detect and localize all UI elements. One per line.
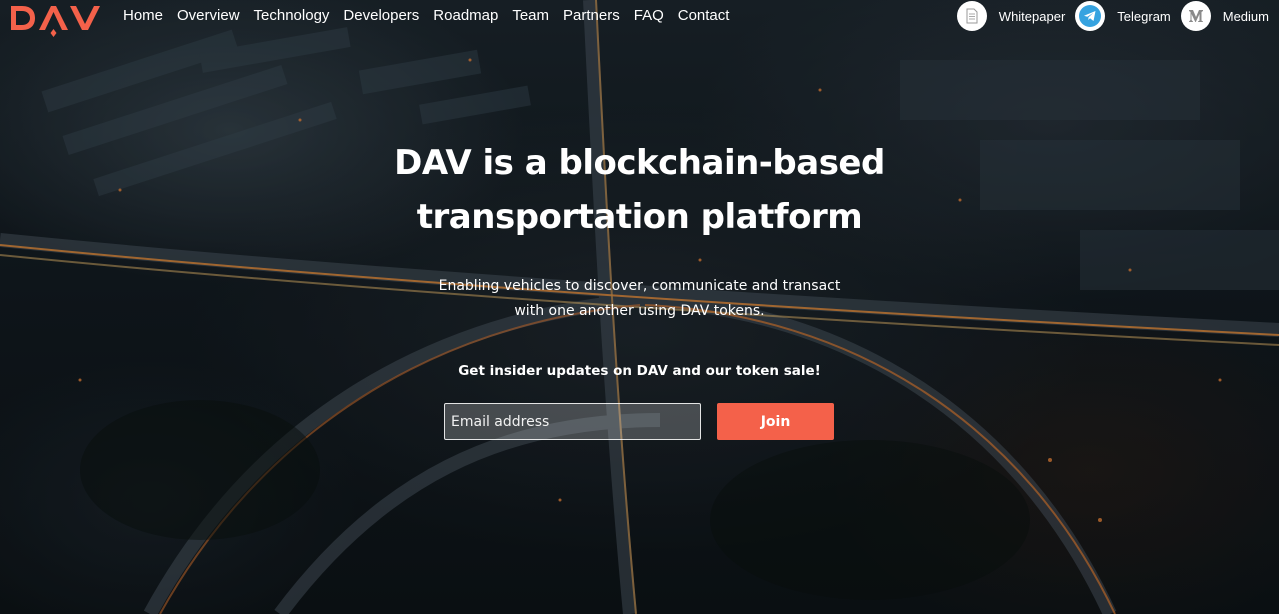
nav-home[interactable]: Home [123, 6, 163, 26]
medium-icon [1180, 1, 1211, 31]
hero-subtitle-line1: Enabling vehicles to discover, communica… [438, 278, 841, 294]
hero-title-line2: transportation platform [416, 197, 863, 237]
whitepaper-label: Whitepaper [998, 8, 1066, 24]
telegram-link[interactable]: Telegram [1075, 1, 1171, 31]
hero-subtitle-line2: with one another using DAV tokens. [514, 303, 765, 319]
nav-developers[interactable]: Developers [343, 6, 419, 26]
site-header: Home Overview Technology Developers Road… [0, 0, 1279, 37]
signup-title: Get insider updates on DAV and our token… [458, 363, 821, 379]
document-icon [956, 1, 987, 31]
hero-subtitle: Enabling vehicles to discover, communica… [0, 274, 1279, 324]
nav-technology[interactable]: Technology [254, 6, 330, 26]
email-input[interactable] [444, 403, 701, 440]
main-nav: Home Overview Technology Developers Road… [123, 6, 743, 26]
medium-label: Medium [1222, 8, 1269, 24]
hero-section: DAV is a blockchain-based transportation… [0, 136, 1279, 324]
hero-title: DAV is a blockchain-based transportation… [0, 136, 1279, 244]
whitepaper-link[interactable]: Whitepaper [956, 1, 1066, 31]
telegram-label: Telegram [1117, 8, 1171, 24]
telegram-icon [1075, 1, 1106, 31]
signup-form: Join [444, 403, 834, 440]
nav-faq[interactable]: FAQ [634, 6, 664, 26]
join-button[interactable]: Join [717, 403, 834, 440]
nav-partners[interactable]: Partners [563, 6, 620, 26]
nav-contact[interactable]: Contact [678, 6, 730, 26]
nav-roadmap[interactable]: Roadmap [433, 6, 498, 26]
hero-title-line1: DAV is a blockchain-based [394, 143, 885, 183]
medium-link[interactable]: Medium [1180, 1, 1269, 31]
nav-team[interactable]: Team [512, 6, 549, 26]
nav-overview[interactable]: Overview [177, 6, 240, 26]
social-links: Whitepaper Telegram Medium [956, 0, 1279, 32]
dav-logo[interactable] [8, 2, 108, 38]
